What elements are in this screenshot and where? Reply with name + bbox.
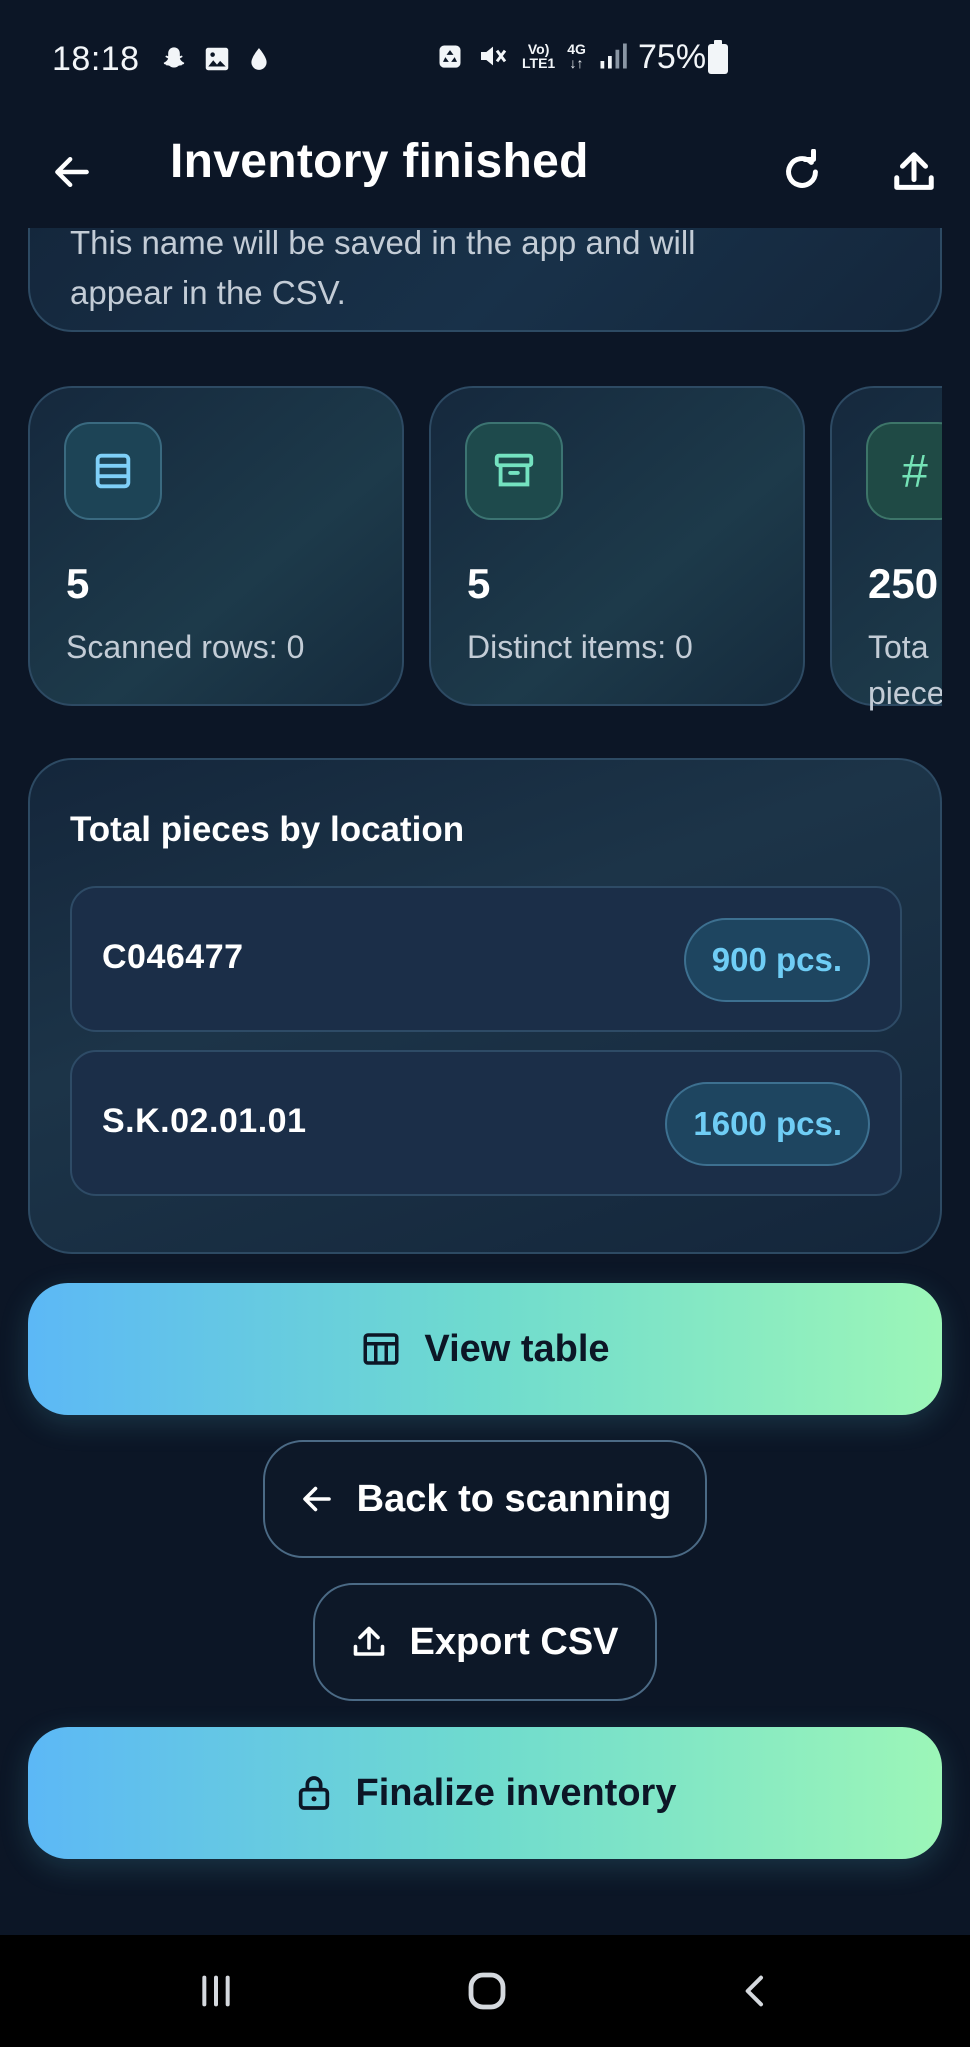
location-count-badge: 900 pcs.: [683, 918, 870, 1002]
stat-label: Distinct items: 0: [467, 629, 693, 665]
chevron-left-icon: [745, 1975, 763, 2007]
archive-icon: [465, 422, 563, 520]
stat-label: Tota piece: [868, 629, 942, 711]
stat-card-scanned-rows: 5 Scanned rows: 0: [28, 386, 404, 706]
network-type: 4G ↓↑: [567, 41, 586, 71]
refresh-button[interactable]: [770, 140, 834, 204]
location-code: C046477: [102, 938, 244, 976]
finalize-inventory-button[interactable]: Finalize inventory: [28, 1727, 942, 1859]
mute-icon: [481, 46, 507, 66]
location-card-title: Total pieces by location: [70, 810, 465, 849]
arrow-left-icon: [302, 1486, 331, 1512]
app-header: Inventory finished: [0, 118, 970, 228]
content-area[interactable]: This name will be saved in the app and w…: [0, 228, 970, 1935]
status-time: 18:18: [52, 39, 140, 78]
back-button[interactable]: [42, 142, 102, 202]
arrow-left-icon: [55, 156, 89, 188]
location-count-badge: 1600 pcs.: [665, 1082, 870, 1166]
view-table-button[interactable]: View table: [28, 1283, 942, 1415]
lock-icon: [298, 1776, 329, 1810]
location-code: S.K.02.01.01: [102, 1102, 307, 1140]
recent-apps-button[interactable]: [184, 1963, 248, 2019]
volte-indicator: Vo) LTE1: [522, 41, 556, 71]
stat-value: 5: [467, 560, 491, 607]
home-icon: [468, 1972, 506, 2010]
location-row: C046477 900 pcs.: [70, 886, 902, 1032]
battery-icon: [708, 40, 728, 74]
export-csv-button[interactable]: Export CSV: [313, 1583, 657, 1701]
export-button[interactable]: [882, 140, 946, 204]
signal-icon: [600, 43, 627, 69]
back-to-scanning-label: Back to scanning: [356, 1477, 672, 1520]
stat-value: 5: [66, 560, 90, 607]
recent-apps-icon: [202, 1975, 230, 2007]
status-bar: 18:18 Vo) LTE1 4G ↓↑ 75%: [0, 0, 970, 118]
recycle-icon: [439, 45, 461, 68]
stat-label: Scanned rows: 0: [66, 629, 305, 665]
location-card: Total pieces by location C046477 900 pcs…: [28, 758, 942, 1254]
snapchat-icon: [163, 47, 184, 68]
image-icon: [205, 47, 228, 71]
export-csv-label: Export CSV: [409, 1620, 619, 1663]
stat-value: 250: [868, 560, 939, 607]
screen: 18:18 Vo) LTE1 4G ↓↑ 75% Inventory finis…: [0, 0, 970, 2047]
stat-card-total-pieces: # 250 Tota piece: [830, 386, 942, 711]
view-table-label: View table: [424, 1327, 610, 1370]
back-to-scanning-button[interactable]: Back to scanning: [263, 1440, 707, 1558]
upload-icon: [354, 1626, 385, 1656]
drop-icon: [251, 48, 267, 70]
system-nav-bar: [0, 1935, 970, 2047]
refresh-icon: [786, 149, 818, 188]
battery-percent: 75%: [638, 38, 707, 76]
upload-icon: [894, 152, 934, 190]
rows-icon: [64, 422, 162, 520]
system-icons: Vo) LTE1 4G ↓↑: [436, 40, 628, 72]
table-icon: [363, 1333, 399, 1365]
location-row: S.K.02.01.01 1600 pcs.: [70, 1050, 902, 1196]
home-button[interactable]: [455, 1963, 519, 2019]
finalize-inventory-label: Finalize inventory: [355, 1771, 677, 1814]
system-back-button[interactable]: [724, 1963, 788, 2019]
stat-card-distinct-items: 5 Distinct items: 0: [429, 386, 805, 706]
page-title: Inventory finished: [170, 135, 589, 188]
notification-icons: [160, 44, 272, 74]
hash-icon: #: [866, 422, 942, 520]
